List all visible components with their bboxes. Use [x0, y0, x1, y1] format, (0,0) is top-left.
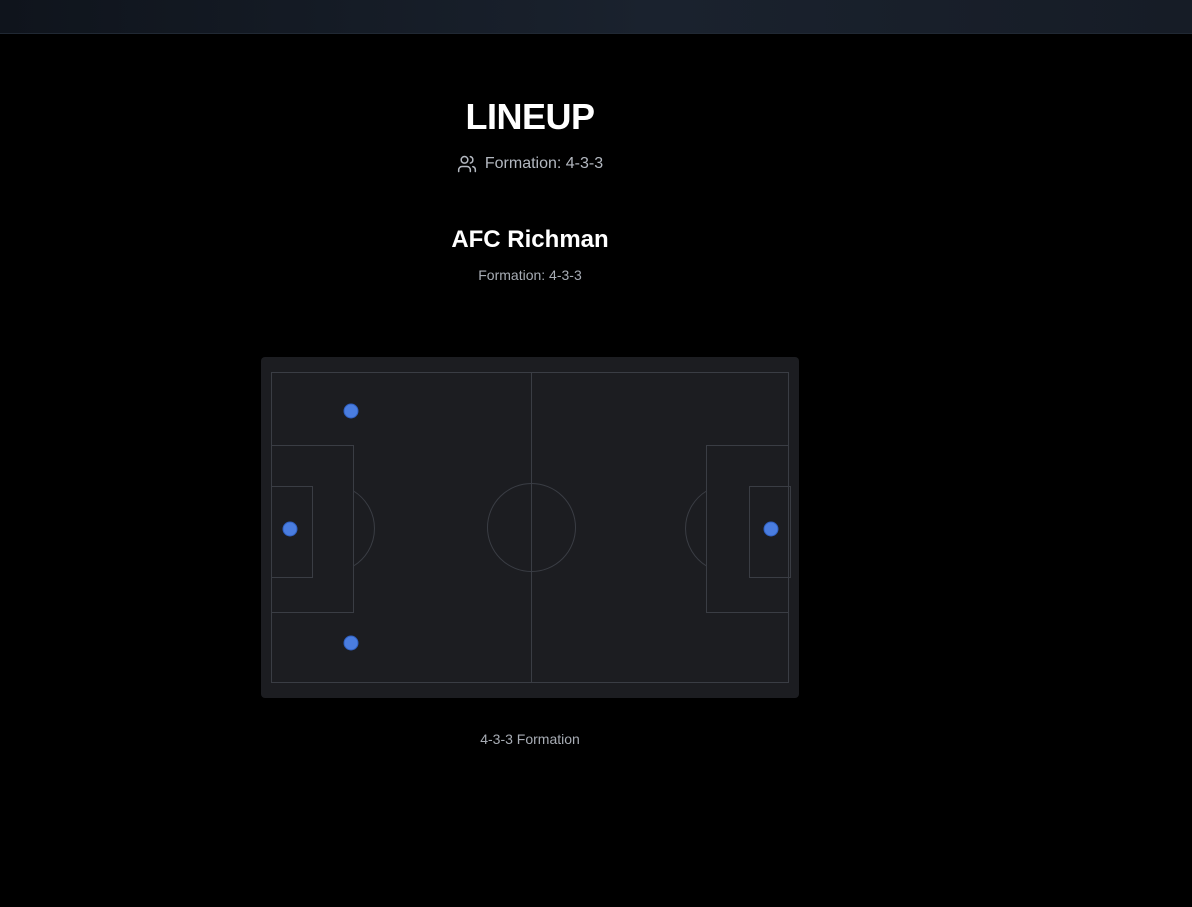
- formation-summary: Formation: 4-3-3: [0, 154, 1060, 174]
- formation-label: Formation: 4-3-3: [484, 155, 604, 172]
- page-title: LINEUP: [465, 96, 595, 137]
- player-marker[interactable]: [282, 521, 298, 537]
- player-marker[interactable]: [763, 521, 779, 537]
- pitch-card: [261, 357, 799, 698]
- player-marker[interactable]: [343, 403, 359, 419]
- right-penalty-arc: [685, 490, 707, 567]
- player-marker[interactable]: [343, 635, 359, 651]
- left-penalty-arc: [353, 490, 375, 567]
- top-navigation-bar: [0, 0, 1192, 34]
- team-formation-label: Formation: 4-3-3: [478, 267, 582, 283]
- team-name: AFC Richman: [451, 226, 609, 253]
- users-icon: [457, 154, 477, 174]
- pitch-caption: 4-3-3 Formation: [480, 731, 580, 747]
- football-pitch: [271, 372, 791, 683]
